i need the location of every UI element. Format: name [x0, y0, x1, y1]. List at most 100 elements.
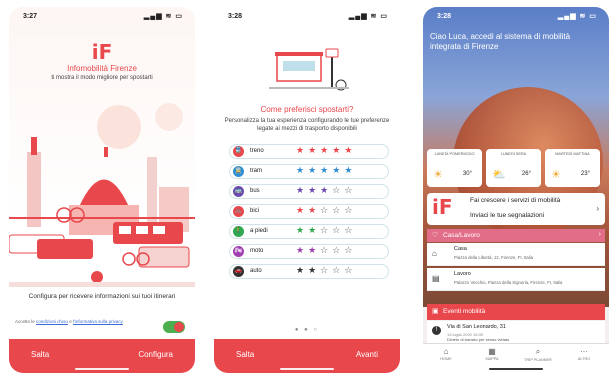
accept-terms-toggle[interactable] — [163, 321, 185, 333]
home-work-label: Casa/Lavoro — [443, 232, 480, 239]
more-icon: ··· — [580, 347, 588, 356]
mobility-events-header[interactable]: ▣ Eventi mobilità — [427, 304, 605, 320]
star-filled-icon[interactable]: ★ — [332, 166, 344, 176]
star-filled-icon[interactable]: ★ — [308, 186, 320, 196]
next-button[interactable]: Avanti — [356, 350, 378, 359]
configure-button[interactable]: Configura — [138, 350, 173, 359]
transport-mode-row: 🏍 moto ★★☆☆☆ — [229, 244, 389, 259]
star-filled-icon[interactable]: ★ — [344, 166, 356, 176]
weather-temp: 26° — [521, 171, 531, 177]
feedback-title: Fai crescere i servizi di mobilità — [470, 197, 561, 204]
star-empty-icon[interactable]: ☆ — [332, 266, 344, 276]
rating-stars: ★★☆☆☆ — [296, 246, 356, 256]
app-logo: iF — [432, 195, 453, 219]
event-description: Divieto di transito per senso vietato — [447, 337, 510, 342]
mobility-event-item[interactable]: ! Via di San Leonardo, 31 13 luglio 2020… — [427, 321, 605, 343]
rating-stars: ★★★★★ — [296, 166, 356, 176]
star-empty-icon[interactable]: ☆ — [320, 266, 332, 276]
terms-of-use-link[interactable]: condizioni d'uso — [36, 319, 68, 324]
tab-trip-planner[interactable]: ⌕ TRIP PLANNER — [515, 347, 561, 362]
tab-label: HOME — [440, 357, 452, 361]
star-filled-icon[interactable]: ★ — [308, 226, 320, 236]
star-filled-icon[interactable]: ★ — [320, 146, 332, 156]
welcome-screen: 3:27 ▂▄▆ ≋ ▭ iF Infomobilità Firenze ti … — [9, 7, 195, 373]
status-time: 3:28 — [228, 13, 243, 20]
star-empty-icon[interactable]: ☆ — [344, 246, 356, 256]
star-filled-icon[interactable]: ★ — [308, 266, 320, 276]
terms-prefix: Accetto le — [15, 319, 35, 324]
tab-altro[interactable]: ··· ALTRO — [561, 347, 607, 361]
saved-place-item[interactable]: ⌂ Casa Piazza della Libertà, 12, Firenze, … — [427, 243, 605, 266]
signal-wifi-battery-icon: ▂▄▆ ≋ ▭ — [143, 13, 183, 20]
tab-label: ALTRO — [577, 357, 591, 361]
rating-stars: ★★☆☆☆ — [296, 226, 356, 236]
feedback-subtitle: Inviaci le tue segnalazioni — [470, 212, 545, 219]
star-filled-icon[interactable]: ★ — [320, 186, 332, 196]
transport-mode-row: 🚊 tram ★★★★★ — [229, 164, 389, 179]
home-screen: 3:28 ▂▄▆ ≋ ▭ Ciao Luca, accedi al sistem… — [423, 7, 609, 373]
star-empty-icon[interactable]: ☆ — [332, 226, 344, 236]
walk-icon: 🚶 — [233, 226, 244, 237]
star-filled-icon[interactable]: ★ — [296, 206, 308, 216]
place-address: Piazza della Libertà, 12, Firenze, FI, I… — [454, 255, 534, 260]
rating-stars: ★★★★★ — [296, 146, 356, 156]
transport-mode-row: 🚶 a piedi ★★☆☆☆ — [229, 224, 389, 239]
star-empty-icon[interactable]: ☆ — [320, 206, 332, 216]
weather-period: LUNEDÌ POMERIGGIO — [434, 152, 475, 156]
star-filled-icon[interactable]: ★ — [308, 206, 320, 216]
star-filled-icon[interactable]: ★ — [296, 186, 308, 196]
tab-label: TRIP PLANNER — [524, 358, 552, 362]
skip-button[interactable]: Salta — [236, 350, 254, 359]
office-icon: ▤ — [432, 274, 440, 283]
star-filled-icon[interactable]: ★ — [308, 166, 320, 176]
tram-icon: 🚊 — [233, 166, 244, 177]
home-indicator — [489, 368, 543, 370]
star-filled-icon[interactable]: ★ — [344, 146, 356, 156]
star-filled-icon[interactable]: ★ — [296, 166, 308, 176]
tab-label: MAPPA — [485, 357, 499, 361]
status-time: 3:27 — [23, 13, 38, 20]
transport-mode-list: 🚆 treno ★★★★★ 🚊 tram ★★★★★ 🚌 bus ★★★☆☆ 🚲 bici ★★☆☆☆… — [229, 144, 389, 284]
terms-text: Accetto le condizioni d'uso e l'informat… — [15, 319, 135, 325]
terms-conjunction: e — [69, 319, 72, 324]
star-filled-icon[interactable]: ★ — [308, 146, 320, 156]
star-empty-icon[interactable]: ☆ — [332, 206, 344, 216]
skip-button[interactable]: Salta — [31, 350, 49, 359]
transport-mode-label: a piedi — [250, 228, 268, 234]
status-bar: 3:28 ▂▄▆ ≋ ▭ — [214, 7, 400, 23]
star-empty-icon[interactable]: ☆ — [344, 226, 356, 236]
tab-mappa[interactable]: ▦ MAPPA — [469, 347, 515, 361]
car-icon: 🚗 — [233, 266, 244, 277]
star-filled-icon[interactable]: ★ — [332, 146, 344, 156]
star-empty-icon[interactable]: ☆ — [320, 246, 332, 256]
status-bar: 3:28 ▂▄▆ ≋ ▭ — [423, 7, 609, 23]
page-indicator: ● ● ○ — [294, 327, 320, 333]
status-bar: 3:27 ▂▄▆ ≋ ▭ — [9, 7, 195, 23]
star-filled-icon[interactable]: ★ — [320, 166, 332, 176]
star-empty-icon[interactable]: ☆ — [332, 186, 344, 196]
star-filled-icon[interactable]: ★ — [296, 226, 308, 236]
weather-card: LUNEDÌ SERA ⛅ 26° — [486, 149, 541, 187]
star-empty-icon[interactable]: ☆ — [332, 246, 344, 256]
star-filled-icon[interactable]: ★ — [296, 146, 308, 156]
place-name: Casa — [454, 246, 467, 252]
weather-period: LUNEDÌ SERA — [500, 152, 527, 156]
tab-home[interactable]: ⌂ HOME — [423, 347, 469, 361]
preferences-description: Personalizza la tua esperienza configura… — [224, 118, 390, 132]
star-empty-icon[interactable]: ☆ — [320, 226, 332, 236]
star-empty-icon[interactable]: ☆ — [344, 186, 356, 196]
weather-temp: 30° — [462, 171, 472, 177]
place-name: Lavoro — [454, 271, 471, 277]
star-filled-icon[interactable]: ★ — [308, 246, 320, 256]
feedback-banner[interactable]: iF Fai crescere i servizi di mobilità In… — [427, 193, 605, 225]
privacy-policy-link[interactable]: l'informativa sulla privacy — [73, 319, 123, 324]
place-address: Palazzo Vecchio, Piazza della Signoria, … — [454, 280, 563, 285]
transport-mode-row: 🚲 bici ★★☆☆☆ — [229, 204, 389, 219]
search-icon: ⌕ — [535, 347, 541, 356]
star-filled-icon[interactable]: ★ — [296, 246, 308, 256]
saved-place-item[interactable]: ▤ Lavoro Palazzo Vecchio, Piazza della Sig… — [427, 268, 605, 291]
star-empty-icon[interactable]: ☆ — [344, 266, 356, 276]
home-work-header[interactable]: ♡ Casa/Lavoro › — [427, 229, 605, 242]
star-empty-icon[interactable]: ☆ — [344, 206, 356, 216]
star-filled-icon[interactable]: ★ — [296, 266, 308, 276]
